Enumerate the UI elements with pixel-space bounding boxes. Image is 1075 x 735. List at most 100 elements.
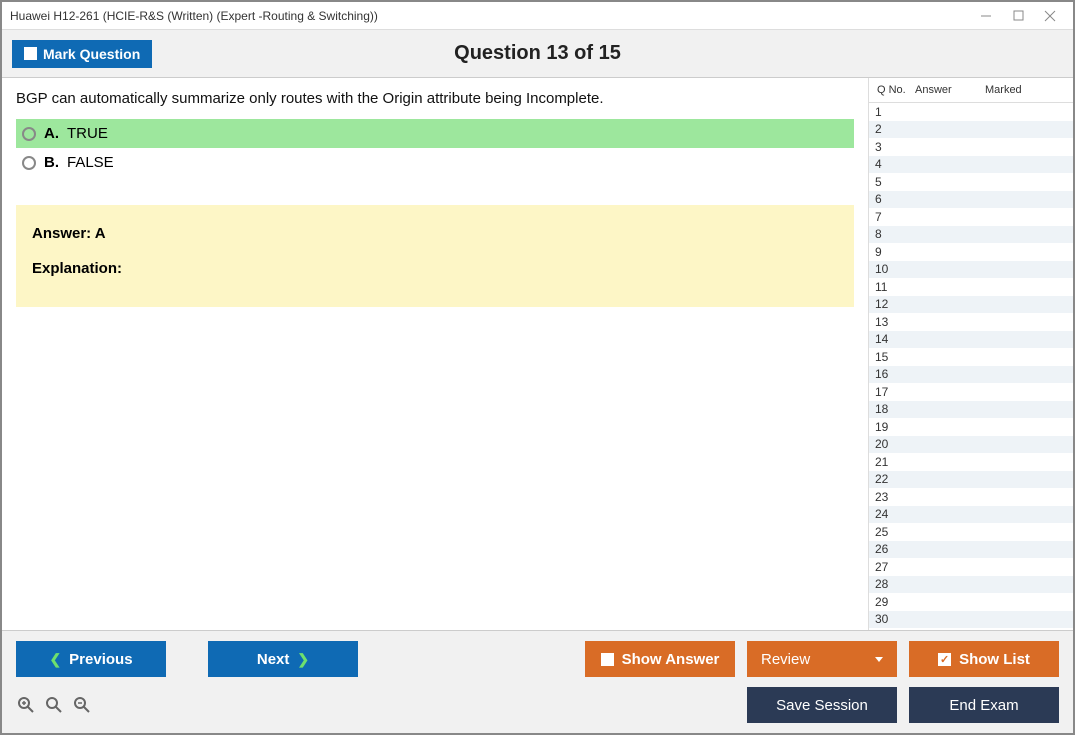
explanation-label: Explanation: xyxy=(32,260,838,277)
zoom-reset-icon[interactable] xyxy=(44,695,64,715)
next-label: Next xyxy=(257,651,290,668)
sidebar-row-number: 30 xyxy=(869,612,911,626)
chevron-left-icon: ❮ xyxy=(49,651,61,668)
save-session-label: Save Session xyxy=(776,697,868,714)
radio-icon xyxy=(22,156,36,170)
maximize-icon[interactable] xyxy=(1011,9,1025,23)
previous-button[interactable]: ❮ Previous xyxy=(16,641,166,677)
sidebar-row-number: 27 xyxy=(869,560,911,574)
radio-icon xyxy=(22,127,36,141)
sidebar-row[interactable]: 17 xyxy=(869,383,1073,401)
window-title: Huawei H12-261 (HCIE-R&S (Written) (Expe… xyxy=(10,9,979,23)
show-list-label: Show List xyxy=(959,651,1030,668)
sidebar-row-number: 5 xyxy=(869,175,911,189)
sidebar-row-number: 13 xyxy=(869,315,911,329)
minimize-icon[interactable] xyxy=(979,9,993,23)
sidebar-row[interactable]: 26 xyxy=(869,541,1073,559)
sidebar-row[interactable]: 6 xyxy=(869,191,1073,209)
zoom-in-icon[interactable] xyxy=(16,695,36,715)
sidebar-row[interactable]: 5 xyxy=(869,173,1073,191)
sidebar-row[interactable]: 30 xyxy=(869,611,1073,629)
sidebar-row[interactable]: 22 xyxy=(869,471,1073,489)
option-row[interactable]: A. TRUE xyxy=(16,119,854,148)
sidebar-row[interactable]: 29 xyxy=(869,593,1073,611)
sidebar-row-number: 18 xyxy=(869,402,911,416)
show-answer-button[interactable]: Show Answer xyxy=(585,641,735,677)
footer-row-1: ❮ Previous Next ❯ Show Answer Review Sho… xyxy=(16,641,1059,677)
sidebar-row[interactable]: 9 xyxy=(869,243,1073,261)
sidebar-row-number: 7 xyxy=(869,210,911,224)
sidebar-row[interactable]: 13 xyxy=(869,313,1073,331)
sidebar-row[interactable]: 15 xyxy=(869,348,1073,366)
sidebar-row[interactable]: 24 xyxy=(869,506,1073,524)
sidebar-row[interactable]: 1 xyxy=(869,103,1073,121)
sidebar-row-number: 14 xyxy=(869,332,911,346)
sidebar-row-number: 12 xyxy=(869,297,911,311)
sidebar-row[interactable]: 3 xyxy=(869,138,1073,156)
sidebar-row-number: 17 xyxy=(869,385,911,399)
chevron-right-icon: ❯ xyxy=(297,651,309,668)
mark-checkbox-icon xyxy=(24,47,37,60)
sidebar-row-number: 23 xyxy=(869,490,911,504)
close-icon[interactable] xyxy=(1043,9,1057,23)
show-list-button[interactable]: Show List xyxy=(909,641,1059,677)
save-session-button[interactable]: Save Session xyxy=(747,687,897,723)
sidebar-row-number: 1 xyxy=(869,105,911,119)
end-exam-button[interactable]: End Exam xyxy=(909,687,1059,723)
sidebar-row[interactable]: 12 xyxy=(869,296,1073,314)
sidebar-row-number: 20 xyxy=(869,437,911,451)
sidebar-row-number: 11 xyxy=(869,280,911,294)
zoom-out-icon[interactable] xyxy=(72,695,92,715)
sidebar-row[interactable]: 14 xyxy=(869,331,1073,349)
next-button[interactable]: Next ❯ xyxy=(208,641,358,677)
app-window: Huawei H12-261 (HCIE-R&S (Written) (Expe… xyxy=(0,0,1075,735)
sidebar-row[interactable]: 11 xyxy=(869,278,1073,296)
option-letter: A. xyxy=(44,125,59,142)
sidebar-row[interactable]: 21 xyxy=(869,453,1073,471)
header-bar: Mark Question Question 13 of 15 xyxy=(2,30,1073,78)
footer-row-2: Save Session End Exam xyxy=(16,687,1059,723)
sidebar-row-number: 21 xyxy=(869,455,911,469)
sidebar-row-number: 9 xyxy=(869,245,911,259)
sidebar-row-number: 28 xyxy=(869,577,911,591)
sidebar-row[interactable]: 23 xyxy=(869,488,1073,506)
question-text: BGP can automatically summarize only rou… xyxy=(2,90,868,119)
sidebar-row-number: 8 xyxy=(869,227,911,241)
sidebar-row[interactable]: 20 xyxy=(869,436,1073,454)
answer-label: Answer: A xyxy=(32,225,838,242)
mark-question-label: Mark Question xyxy=(43,46,140,62)
sidebar-row-number: 24 xyxy=(869,507,911,521)
sidebar-row[interactable]: 25 xyxy=(869,523,1073,541)
col-marked: Marked xyxy=(985,84,1069,96)
sidebar-row[interactable]: 10 xyxy=(869,261,1073,279)
sidebar-row-number: 15 xyxy=(869,350,911,364)
end-exam-label: End Exam xyxy=(949,697,1018,714)
window-controls xyxy=(979,9,1065,23)
footer-bar: ❮ Previous Next ❯ Show Answer Review Sho… xyxy=(2,630,1073,733)
sidebar-row-number: 2 xyxy=(869,122,911,136)
sidebar-row[interactable]: 27 xyxy=(869,558,1073,576)
sidebar-row[interactable]: 8 xyxy=(869,226,1073,244)
sidebar-row[interactable]: 28 xyxy=(869,576,1073,594)
sidebar-row[interactable]: 16 xyxy=(869,366,1073,384)
review-label: Review xyxy=(761,651,810,668)
content-body: BGP can automatically summarize only rou… xyxy=(2,78,1073,630)
titlebar: Huawei H12-261 (HCIE-R&S (Written) (Expe… xyxy=(2,2,1073,30)
option-row[interactable]: B. FALSE xyxy=(16,148,854,177)
zoom-controls xyxy=(16,695,92,715)
sidebar-rows[interactable]: 1234567891011121314151617181920212223242… xyxy=(869,103,1073,630)
mark-question-button[interactable]: Mark Question xyxy=(12,40,152,68)
sidebar-row-number: 19 xyxy=(869,420,911,434)
review-dropdown[interactable]: Review xyxy=(747,641,897,677)
sidebar-row-number: 4 xyxy=(869,157,911,171)
show-answer-checkbox-icon xyxy=(601,653,614,666)
sidebar-row[interactable]: 7 xyxy=(869,208,1073,226)
sidebar-header: Q No. Answer Marked xyxy=(869,78,1073,103)
sidebar-row-number: 26 xyxy=(869,542,911,556)
sidebar-row[interactable]: 19 xyxy=(869,418,1073,436)
question-list-sidebar: Q No. Answer Marked 12345678910111213141… xyxy=(868,78,1073,630)
sidebar-row[interactable]: 2 xyxy=(869,121,1073,139)
sidebar-row[interactable]: 4 xyxy=(869,156,1073,174)
sidebar-row[interactable]: 18 xyxy=(869,401,1073,419)
option-text: FALSE xyxy=(67,154,114,171)
